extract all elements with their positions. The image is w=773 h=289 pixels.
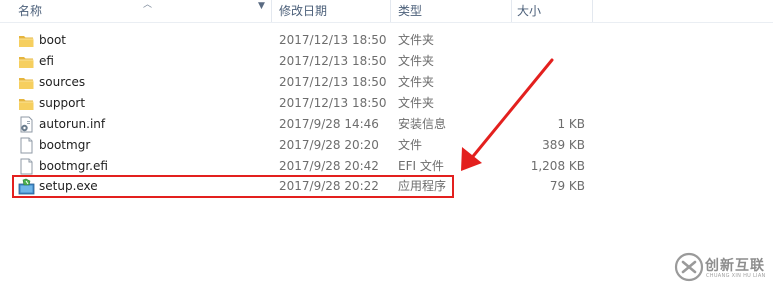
brand-logo-icon <box>674 252 704 282</box>
watermark-text: 创新互联 <box>705 258 765 274</box>
annotation-arrow-icon <box>461 58 554 171</box>
watermark-subtext: CHUANG XIN HU LIAN <box>706 273 766 279</box>
watermark: 创新互联 CHUANG XIN HU LIAN <box>674 249 773 285</box>
